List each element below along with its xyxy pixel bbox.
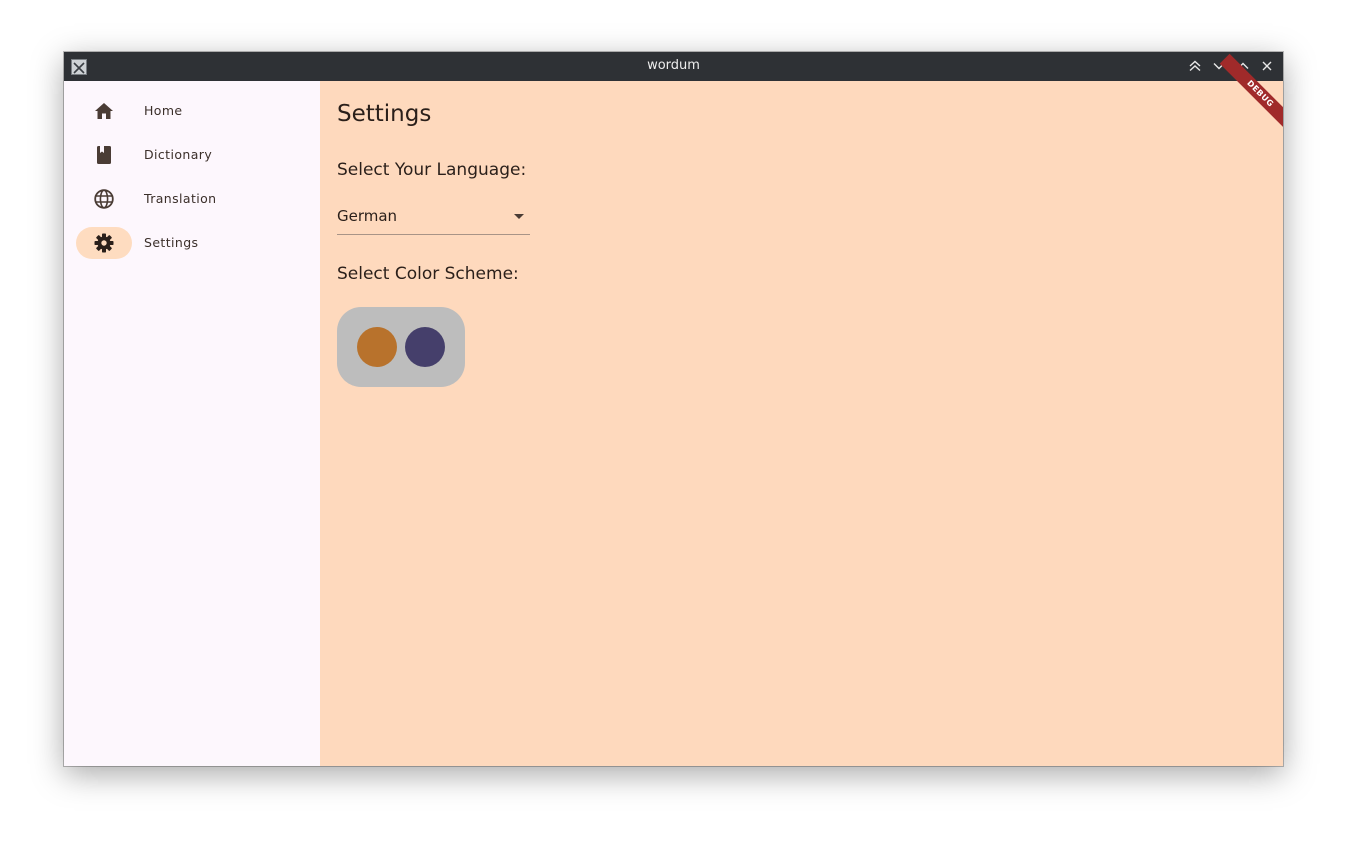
title-bar[interactable]: wordum [64, 52, 1283, 81]
settings-page: Settings Select Your Language: German Se… [320, 53, 1283, 766]
app-window: wordum Home Dictionary Translation Setti… [64, 52, 1283, 766]
globe-icon [94, 189, 114, 209]
book-icon [94, 145, 114, 165]
color-scheme-label: Select Color Scheme: [337, 264, 519, 284]
language-dropdown-value: German [337, 207, 398, 225]
keep-above-icon[interactable] [1187, 58, 1203, 74]
close-icon[interactable] [1259, 58, 1275, 74]
nav-item-settings[interactable]: Settings [76, 227, 316, 259]
nav-item-translation[interactable]: Translation [76, 183, 316, 215]
language-label: Select Your Language: [337, 160, 527, 180]
nav-label-settings: Settings [144, 235, 199, 250]
dropdown-arrow-icon [514, 214, 524, 219]
nav-item-home[interactable]: Home [76, 95, 316, 127]
nav-item-dictionary[interactable]: Dictionary [76, 139, 316, 171]
color-swatch-indigo[interactable] [405, 327, 445, 367]
nav-label-home: Home [144, 103, 183, 118]
nav-label-translation: Translation [144, 191, 217, 206]
color-scheme-picker [337, 307, 465, 387]
nav-label-dictionary: Dictionary [144, 147, 213, 162]
gear-icon [94, 233, 114, 253]
home-icon [94, 101, 114, 121]
page-title: Settings [337, 101, 432, 127]
color-swatch-orange[interactable] [357, 327, 397, 367]
language-dropdown[interactable]: German [337, 205, 530, 235]
window-title: wordum [647, 58, 700, 73]
navigation-rail: Home Dictionary Translation Settings [64, 81, 320, 766]
